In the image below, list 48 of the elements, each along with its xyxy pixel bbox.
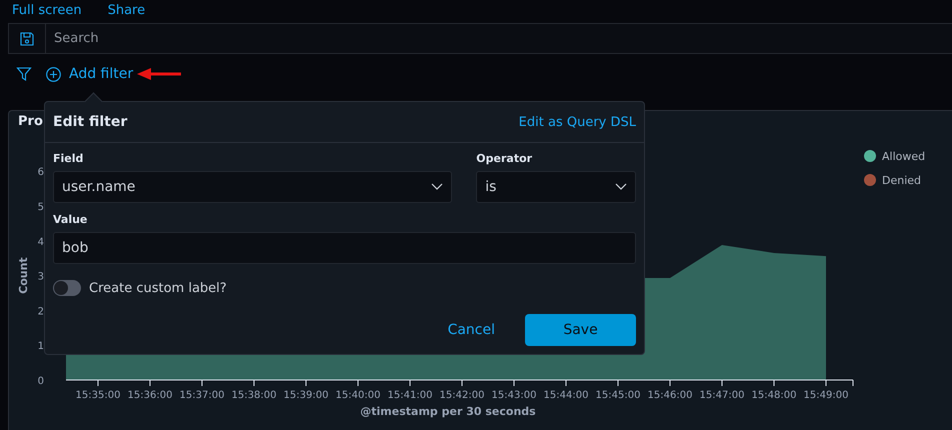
y-axis-title: Count	[17, 257, 30, 294]
legend-label[interactable]: Allowed	[882, 150, 926, 163]
y-tick-label: 0	[38, 376, 44, 387]
x-tick-label: 15:38:00	[232, 390, 276, 401]
y-tick-label: 3	[38, 272, 44, 283]
x-tick-label: 15:44:00	[544, 390, 588, 401]
x-tick-label: 15:43:00	[492, 390, 536, 401]
operator-select[interactable]: is	[476, 171, 636, 203]
x-tick-label: 15:42:00	[440, 390, 484, 401]
chevron-down-icon	[615, 183, 627, 191]
save-icon[interactable]	[20, 32, 34, 46]
arrow-icon	[137, 68, 182, 80]
field-label: Field	[53, 152, 84, 165]
y-tick-label: 1	[38, 341, 44, 352]
x-tick-label: 15:47:00	[700, 390, 744, 401]
panel-title: Pro	[18, 114, 43, 129]
x-tick-label: 15:45:00	[596, 390, 640, 401]
filter-icon[interactable]	[16, 66, 32, 82]
y-tick-label: 6	[38, 167, 44, 178]
x-axis-title: @timestamp per 30 seconds	[360, 405, 536, 418]
legend-label[interactable]: Denied	[882, 174, 922, 187]
y-tick-label: 2	[38, 306, 44, 318]
query-dsl-link[interactable]: Edit as Query DSL	[518, 114, 636, 130]
field-select[interactable]: user.name	[53, 171, 452, 203]
x-tick-label: 15:35:00	[76, 390, 120, 401]
x-tick-label: 15:41:00	[388, 390, 432, 401]
add-filter-button[interactable]: Add filter	[46, 66, 134, 82]
chevron-down-icon	[431, 183, 444, 191]
toggle-switch[interactable]	[53, 280, 81, 296]
popover-title: Edit filter	[53, 114, 128, 130]
x-tick-label: 15:36:00	[128, 390, 172, 401]
x-tick-label: 15:48:00	[752, 390, 796, 401]
x-tick-label: 15:37:00	[180, 390, 224, 401]
save-button[interactable]: Save	[525, 314, 636, 346]
operator-label: Operator	[476, 152, 534, 165]
x-tick-label: 15:46:00	[648, 390, 692, 401]
x-tick-label: 15:40:00	[336, 390, 380, 401]
value-field[interactable]: bob	[53, 232, 636, 264]
value-label: Value	[53, 213, 88, 226]
top-link[interactable]: Share	[108, 3, 146, 18]
y-tick-label: 4	[38, 236, 44, 248]
toggle-label: Create custom label?	[89, 280, 227, 296]
x-tick-label: 15:49:00	[804, 390, 848, 401]
top-link[interactable]: Full screen	[12, 3, 82, 18]
cancel-button[interactable]: Cancel	[426, 314, 517, 346]
y-tick-label: 5	[38, 202, 44, 213]
plus-circle-icon	[46, 66, 61, 82]
x-tick-label: 15:39:00	[284, 390, 328, 401]
